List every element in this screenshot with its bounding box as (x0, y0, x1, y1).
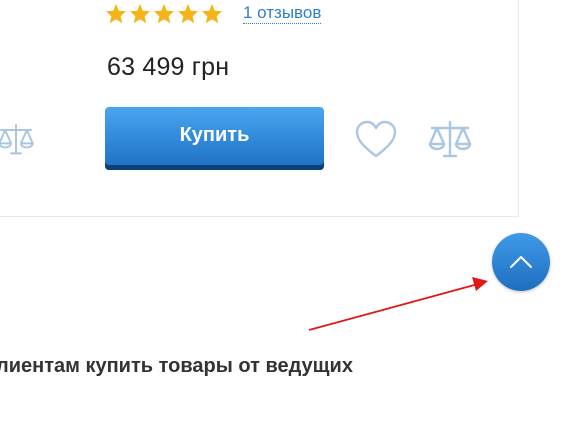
seo-description: лиентам купить товары от ведущих (0, 355, 353, 377)
